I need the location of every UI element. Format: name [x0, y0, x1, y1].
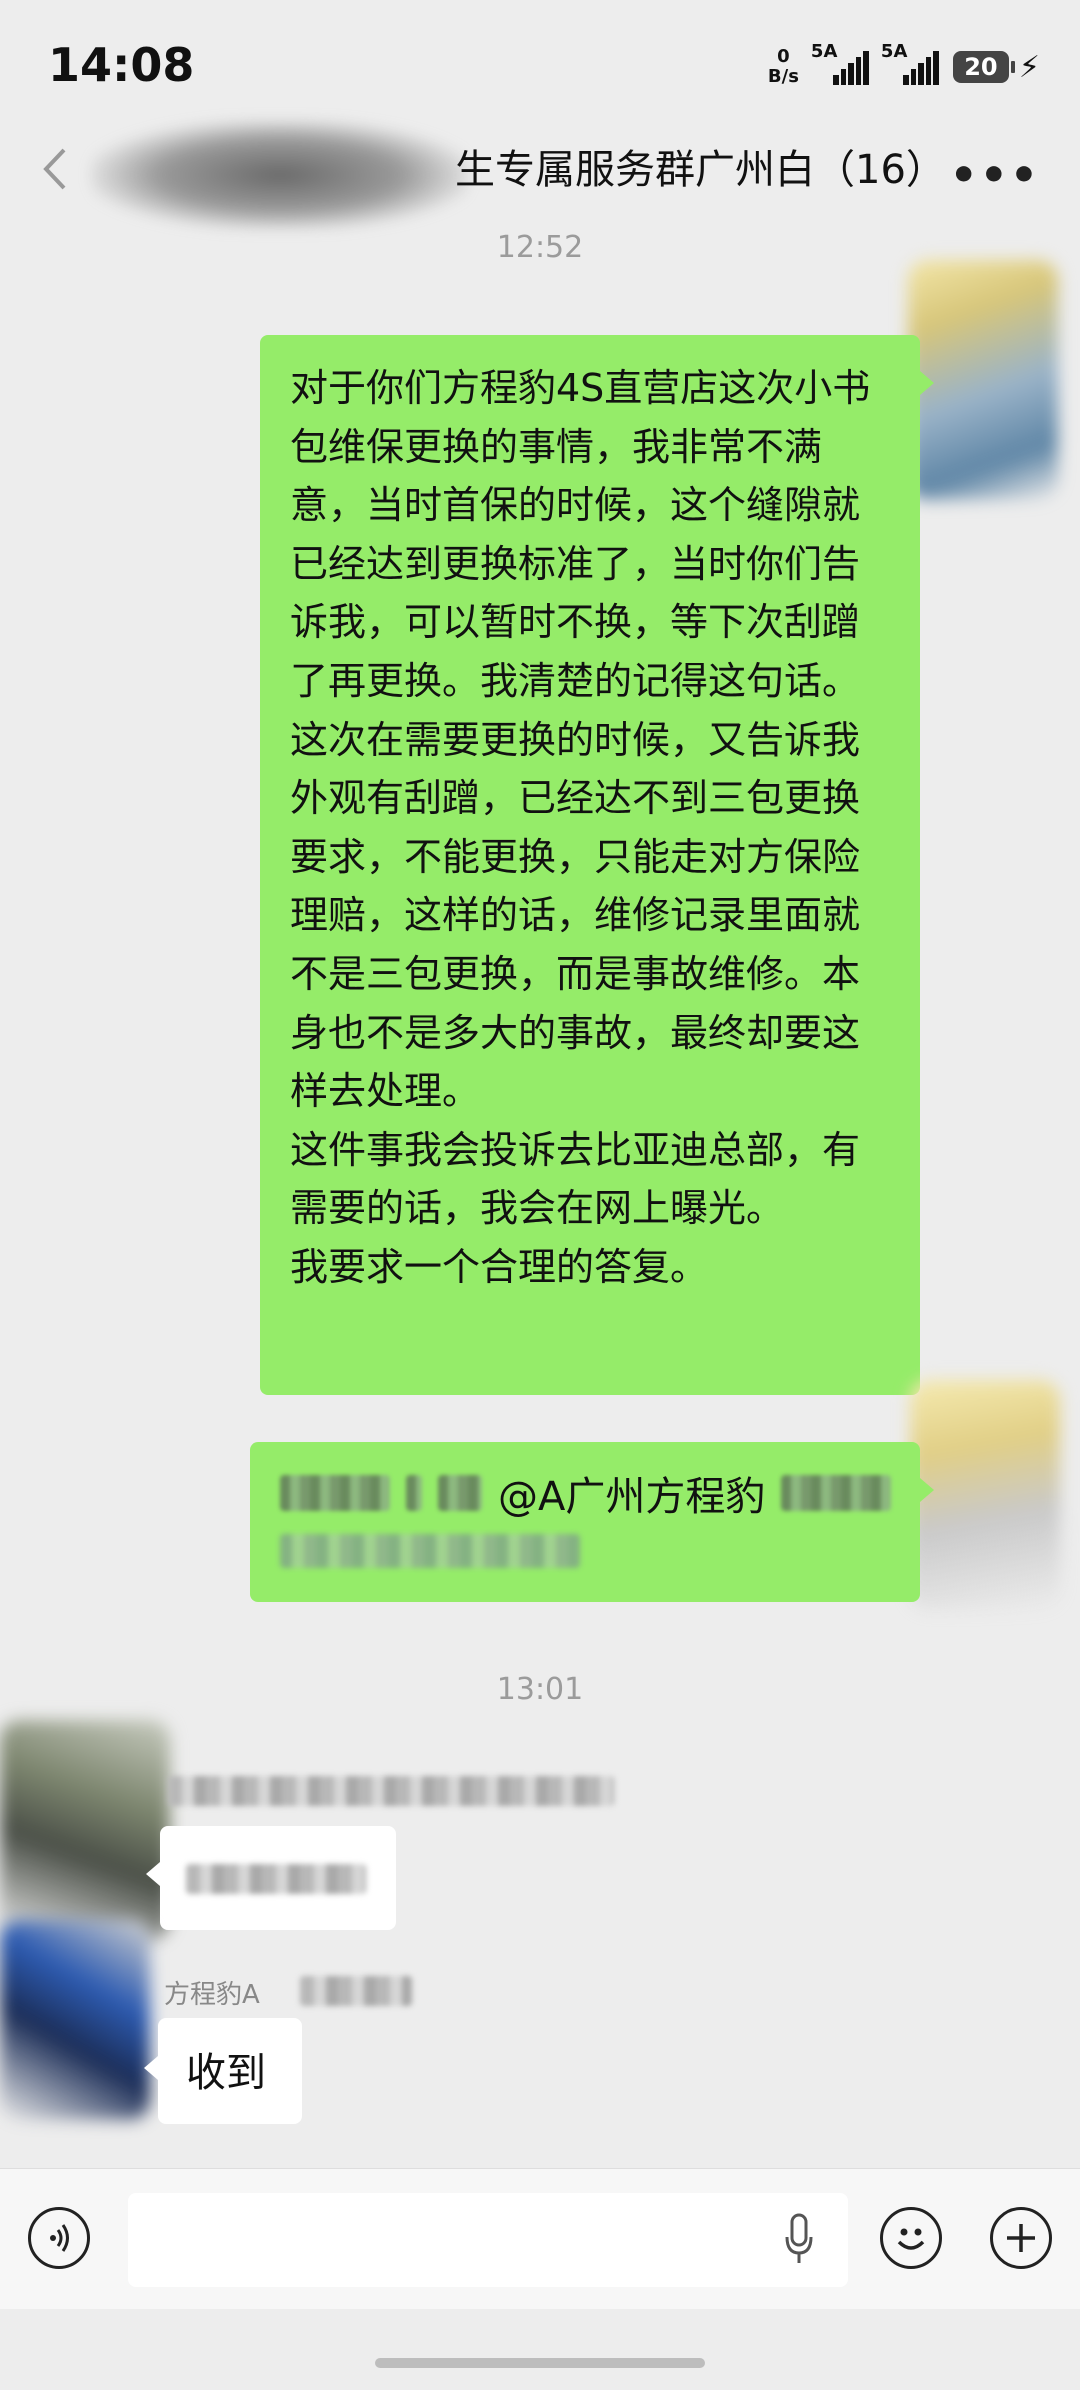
redacted-text: [781, 1475, 892, 1511]
emoji-icon[interactable]: [880, 2207, 942, 2269]
message-mention-line: @A广州方程豹: [280, 1464, 892, 1522]
chat-title-area: 生专属服务群广州白（16）: [80, 120, 960, 230]
timestamp: 12:52: [496, 230, 584, 265]
mention-text: @A广州方程豹: [498, 1474, 766, 1520]
signal-label-2: 5A: [880, 41, 908, 62]
status-time: 14:08: [48, 38, 195, 92]
more-horizontal-icon[interactable]: •••: [950, 150, 1040, 201]
input-bar: [0, 2168, 1080, 2309]
network-speed-value: 0: [777, 46, 790, 67]
sender-name-redacted: [300, 1976, 412, 2006]
message-bubble-other[interactable]: 收到: [144, 2018, 302, 2124]
redacted-text: [280, 1475, 390, 1511]
message-input[interactable]: [128, 2193, 848, 2287]
voice-icon[interactable]: [28, 2207, 90, 2269]
chat-header: 生专属服务群广州白（16） •••: [0, 120, 1080, 230]
avatar[interactable]: [0, 1920, 150, 2120]
redacted-title-blur: [90, 120, 470, 230]
sender-name-redacted: [168, 1776, 614, 1806]
signal-icon: 5A: [811, 41, 869, 85]
signal-label: 5A: [810, 41, 838, 62]
redacted-text: [280, 1534, 580, 1568]
microphone-icon[interactable]: [784, 2213, 814, 2265]
redacted-text: [406, 1475, 422, 1511]
network-speed: 0 B/s: [768, 47, 799, 87]
message-bubble-self[interactable]: 对于你们方程豹4S直营店这次小书包维保更换的事情，我非常不满意，当时首保的时候，…: [260, 335, 934, 1395]
sender-name: 方程豹A: [164, 1980, 260, 2010]
message-bubble-other[interactable]: [146, 1826, 396, 1930]
signal-icon-2: 5A: [881, 41, 939, 85]
status-bar: 14:08 0 B/s 5A 5A 20 ⚡: [0, 0, 1080, 120]
timestamp: 13:01: [496, 1672, 584, 1707]
message-text: 对于你们方程豹4S直营店这次小书包维保更换的事情，我非常不满意，当时首保的时候，…: [290, 366, 871, 1289]
home-indicator[interactable]: [375, 2358, 705, 2368]
chat-title: 生专属服务群广州白（16）: [455, 147, 946, 193]
status-indicators: 0 B/s 5A 5A 20 ⚡: [768, 41, 1040, 92]
bolt-icon: ⚡: [1018, 49, 1040, 85]
redacted-text: [438, 1475, 482, 1511]
redacted-text: [186, 1864, 366, 1894]
avatar[interactable]: [0, 1720, 170, 1940]
message-line-2: [280, 1534, 580, 1572]
network-speed-unit: B/s: [767, 66, 799, 87]
message-bubble-self[interactable]: @A广州方程豹: [250, 1442, 934, 1602]
plus-icon[interactable]: [990, 2207, 1052, 2269]
message-text: 收到: [186, 2050, 266, 2096]
battery-icon: 20 ⚡: [952, 49, 1040, 85]
battery-level: 20: [952, 51, 1009, 83]
chevron-left-icon[interactable]: [36, 144, 76, 194]
